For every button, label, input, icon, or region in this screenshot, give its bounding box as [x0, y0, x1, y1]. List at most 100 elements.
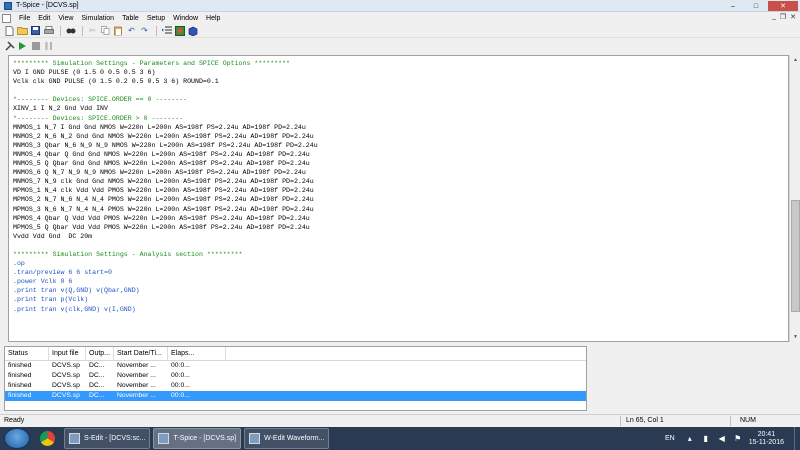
cut-icon[interactable]: ✂: [87, 25, 98, 36]
doc-restore-button[interactable]: ❐: [780, 13, 786, 21]
code-line[interactable]: MNMOS_3 Qbar N_6 N_9 N_9 NMOS W=220n L=2…: [13, 141, 318, 150]
header-output[interactable]: Outp...: [86, 347, 114, 360]
indent-icon[interactable]: [161, 25, 172, 36]
taskbar-task[interactable]: W-Edit Waveform...: [244, 428, 330, 449]
command-tool-icon[interactable]: [174, 25, 185, 36]
table-row[interactable]: finished DCVS.sp DC... November ... 00:0...: [5, 391, 586, 401]
minimize-button[interactable]: –: [722, 1, 744, 11]
menu-bar: File Edit View Simulation Table Setup Wi…: [0, 12, 800, 24]
pause-simulation-icon[interactable]: [43, 41, 54, 52]
clock[interactable]: 20:41 15-11-2016: [749, 431, 784, 447]
netlist-code[interactable]: ********* Simulation Settings - Paramete…: [13, 59, 318, 314]
maximize-button[interactable]: □: [745, 1, 767, 11]
code-line[interactable]: MNMOS_7 N_9 clk Gnd Gnd NMOS W=220n L=20…: [13, 177, 318, 186]
code-line[interactable]: .tran/preview 6 6 start=0: [13, 268, 318, 277]
code-line[interactable]: [13, 86, 318, 95]
code-line[interactable]: .print tran v(clk,GND) v(I,GND): [13, 305, 318, 314]
scroll-up-icon[interactable]: ▲: [790, 55, 800, 65]
netlist-editor[interactable]: ********* Simulation Settings - Paramete…: [8, 55, 789, 342]
header-elapsed[interactable]: Elaps...: [168, 347, 226, 360]
menu-window[interactable]: Window: [169, 15, 202, 22]
tray-chevron-icon[interactable]: ▴: [685, 434, 695, 444]
code-line[interactable]: MPMOS_2 N_7 N_6 N_4 N_4 PMOS W=220n L=20…: [13, 195, 318, 204]
close-button[interactable]: ✕: [768, 1, 798, 11]
menu-view[interactable]: View: [54, 15, 77, 22]
code-line[interactable]: MNMOS_6 Q N_7 N_9 N_9 NMOS W=220n L=200n…: [13, 168, 318, 177]
tools-icon[interactable]: [4, 41, 15, 52]
code-line[interactable]: MPMOS_1 N_4 clk Vdd Vdd PMOS W=220n L=20…: [13, 186, 318, 195]
task-app-icon: [158, 433, 170, 444]
show-desktop-button[interactable]: [794, 427, 800, 450]
document-icon[interactable]: [2, 13, 11, 23]
code-line[interactable]: MNMOS_5 Q Qbar Gnd Gnd NMOS W=220n L=200…: [13, 159, 318, 168]
scroll-thumb[interactable]: [791, 200, 800, 312]
code-line[interactable]: MPMOS_5 Q Qbar Vdd Vdd PMOS W=220n L=200…: [13, 223, 318, 232]
table-row[interactable]: finished DCVS.sp DC... November ... 00:0...: [5, 371, 586, 381]
menu-edit[interactable]: Edit: [34, 15, 54, 22]
chrome-icon[interactable]: [33, 428, 61, 449]
cell-input-file: DCVS.sp: [52, 372, 80, 379]
print-icon[interactable]: [43, 25, 54, 36]
simulation-status-table: Status Input file Outp... Start Date/Ti.…: [4, 346, 587, 411]
header-status[interactable]: Status: [5, 347, 49, 360]
menu-help[interactable]: Help: [202, 15, 224, 22]
copy-icon[interactable]: [100, 25, 111, 36]
code-line[interactable]: [13, 241, 318, 250]
menu-setup[interactable]: Setup: [143, 15, 169, 22]
network-icon[interactable]: ▮: [701, 434, 711, 444]
table-body: finished DCVS.sp DC... November ... 00:0... f…: [5, 361, 586, 401]
code-line[interactable]: *-------- Devices: SPICE.ORDER > 0 -----…: [13, 114, 318, 123]
redo-icon[interactable]: ↷: [139, 25, 150, 36]
new-file-icon[interactable]: [4, 25, 15, 36]
taskbar-task[interactable]: S-Edit - [DCVS:sc...: [64, 428, 151, 449]
cell-start-date: November ...: [117, 372, 156, 379]
flag-icon[interactable]: ⚑: [733, 434, 743, 444]
paste-icon[interactable]: [113, 25, 124, 36]
code-line[interactable]: MNMOS_1 N_7 I Gnd Gnd NMOS W=220n L=200n…: [13, 123, 318, 132]
find-icon[interactable]: [65, 25, 76, 36]
code-line[interactable]: .power Vclk 0 6: [13, 277, 318, 286]
code-line[interactable]: .print tran p(Vclk): [13, 295, 318, 304]
taskbar-tasks: S-Edit - [DCVS:sc... T-Spice - [DCVS.sp] W…: [61, 428, 330, 449]
code-line[interactable]: .print tran v(Q,GND) v(Qbar,GND): [13, 286, 318, 295]
cell-start-date: November ...: [117, 362, 156, 369]
code-line[interactable]: ********* Simulation Settings - Analysis…: [13, 250, 318, 259]
code-line[interactable]: Vclk clk GND PULSE (0 1.5 0.2 0.5 0.5 3 …: [13, 77, 318, 86]
volume-icon[interactable]: ◀: [717, 434, 727, 444]
empty-panel-area: [590, 346, 800, 411]
taskbar-task[interactable]: T-Spice - [DCVS.sp]: [153, 428, 242, 449]
stop-simulation-icon[interactable]: [30, 41, 41, 52]
header-input-file[interactable]: Input file: [49, 347, 86, 360]
code-line[interactable]: ********* Simulation Settings - Paramete…: [13, 59, 318, 68]
undo-icon[interactable]: ↶: [126, 25, 137, 36]
cell-output: DC...: [89, 392, 105, 399]
start-button[interactable]: [4, 428, 30, 449]
table-row[interactable]: finished DCVS.sp DC... November ... 00:0...: [5, 381, 586, 391]
tspice-app-icon: [4, 1, 12, 10]
view-3d-icon[interactable]: [187, 25, 198, 36]
code-line[interactable]: MPMOS_3 N_6 N_7 N_4 N_4 PMOS W=220n L=20…: [13, 205, 318, 214]
windows-taskbar: S-Edit - [DCVS:sc... T-Spice - [DCVS.sp] W…: [0, 427, 800, 450]
doc-close-button[interactable]: ✕: [790, 13, 796, 21]
save-icon[interactable]: [30, 25, 41, 36]
doc-minimize-button[interactable]: _: [772, 13, 776, 21]
menu-simulation[interactable]: Simulation: [77, 15, 118, 22]
code-line[interactable]: Vvdd Vdd Gnd DC 20m: [13, 232, 318, 241]
code-line[interactable]: MNMOS_2 N_6 N_2 Gnd Gnd NMOS W=220n L=20…: [13, 132, 318, 141]
code-line[interactable]: VD I GND PULSE (0 1.5 0 0.5 0.5 3 6): [13, 68, 318, 77]
open-folder-icon[interactable]: [17, 25, 28, 36]
menu-table[interactable]: Table: [118, 15, 143, 22]
code-line[interactable]: MPMOS_4 Qbar Q Vdd Vdd PMOS W=220n L=200…: [13, 214, 318, 223]
menu-file[interactable]: File: [15, 15, 34, 22]
scroll-down-icon[interactable]: ▼: [790, 332, 800, 342]
language-indicator[interactable]: EN: [665, 435, 675, 442]
code-line[interactable]: .op: [13, 259, 318, 268]
code-line[interactable]: XINV_1 I N_2 Gnd Vdd INV: [13, 104, 318, 113]
table-row[interactable]: finished DCVS.sp DC... November ... 00:0...: [5, 361, 586, 371]
run-simulation-icon[interactable]: [17, 41, 28, 52]
cell-status: finished: [8, 382, 32, 389]
code-line[interactable]: MNMOS_4 Qbar Q Gnd Gnd NMOS W=220n L=200…: [13, 150, 318, 159]
code-line[interactable]: *-------- Devices: SPICE.ORDER == 0 ----…: [13, 95, 318, 104]
header-start-date[interactable]: Start Date/Ti...: [114, 347, 168, 360]
editor-vertical-scrollbar[interactable]: ▲ ▼: [789, 55, 800, 342]
